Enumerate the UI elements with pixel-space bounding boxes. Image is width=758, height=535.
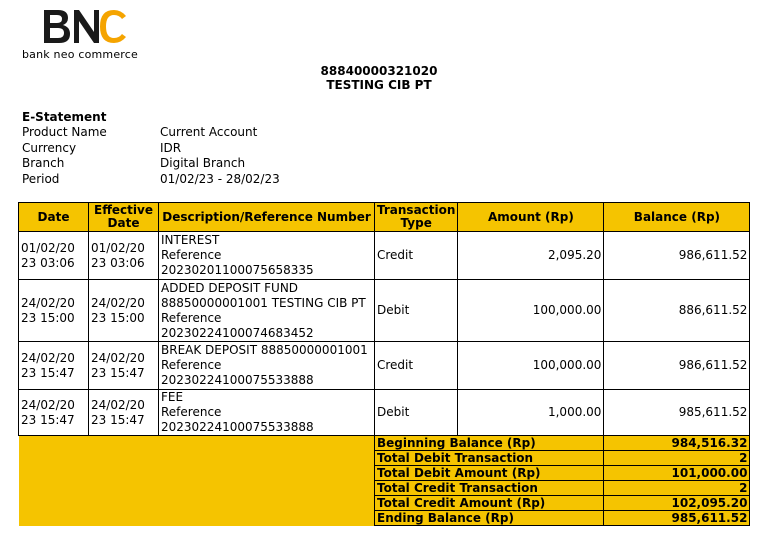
summary-row-total-debit-amount: Total Debit Amount (Rp) 101,000.00 xyxy=(18,465,751,481)
summary-spacer xyxy=(18,450,375,466)
summary-row-beginning-balance: Beginning Balance (Rp) 984,516.32 xyxy=(18,435,751,451)
cell-date: 24/02/20 23 15:00 xyxy=(18,279,89,342)
summary-label: Total Debit Amount (Rp) xyxy=(373,465,605,481)
cell-amount: 100,000.00 xyxy=(457,279,605,342)
summary-spacer xyxy=(18,480,375,496)
summary-label: Total Debit Transaction xyxy=(373,450,605,466)
summary-spacer xyxy=(18,435,375,451)
cell-description: FEE Reference 20230224100075533888 xyxy=(158,389,375,436)
summary-value: 984,516.32 xyxy=(603,435,751,451)
summary-row-ending-balance: Ending Balance (Rp) 985,611.52 xyxy=(18,510,751,526)
header-balance: Balance (Rp) xyxy=(603,202,751,232)
statement-info: E-Statement Product Name Current Account … xyxy=(22,110,280,187)
info-label: Currency xyxy=(22,140,77,155)
table-row: 24/02/20 23 15:47 24/02/20 23 15:47 FEE … xyxy=(18,389,751,436)
header-transaction-type: Transaction Type xyxy=(373,202,459,232)
bank-logo: bank neo commerce xyxy=(22,6,152,61)
cell-amount: 2,095.20 xyxy=(457,231,605,280)
cell-type: Credit xyxy=(373,231,459,280)
cell-date: 24/02/20 23 15:47 xyxy=(18,341,89,390)
logo-text: bank neo commerce xyxy=(22,48,138,61)
info-row-branch: Branch Digital Branch xyxy=(22,156,280,172)
cell-date: 24/02/20 23 15:47 xyxy=(18,389,89,436)
table-row: 01/02/20 23 03:06 01/02/20 23 03:06 INTE… xyxy=(18,231,751,280)
info-value: Digital Branch xyxy=(160,156,246,170)
info-row-currency: Currency IDR xyxy=(22,141,280,157)
info-row-product: Product Name Current Account xyxy=(22,125,280,141)
cell-amount: 1,000.00 xyxy=(457,389,605,436)
summary-label: Total Credit Transaction xyxy=(373,480,605,496)
cell-effective-date: 24/02/20 23 15:47 xyxy=(88,341,159,390)
header-description: Description/Reference Number xyxy=(158,202,375,232)
summary-label: Beginning Balance (Rp) xyxy=(373,435,605,451)
info-value: 01/02/23 - 28/02/23 xyxy=(160,171,280,186)
table-header-row: Date Effective Date Description/Referenc… xyxy=(18,202,751,232)
summary-value: 2 xyxy=(603,450,751,466)
summary-spacer xyxy=(18,465,375,481)
cell-type: Debit xyxy=(373,389,459,436)
info-label: Product Name xyxy=(22,125,107,139)
summary-value: 985,611.52 xyxy=(603,510,751,526)
summary-spacer xyxy=(18,495,375,511)
bnc-logo-mark-icon xyxy=(44,10,126,43)
summary-label: Total Credit Amount (Rp) xyxy=(373,495,605,511)
cell-effective-date: 01/02/20 23 03:06 xyxy=(88,231,159,280)
summary-value: 102,095.20 xyxy=(603,495,751,511)
cell-description: BREAK DEPOSIT 88850000001001 Reference 2… xyxy=(158,341,375,390)
summary-row-total-credit-amount: Total Credit Amount (Rp) 102,095.20 xyxy=(18,495,751,511)
cell-type: Debit xyxy=(373,279,459,342)
summary-value: 2 xyxy=(603,480,751,496)
cell-description: INTEREST Reference 20230201100075658335 xyxy=(158,231,375,280)
summary-row-total-debit-transaction: Total Debit Transaction 2 xyxy=(18,450,751,466)
info-label: Branch xyxy=(22,156,65,170)
cell-amount: 100,000.00 xyxy=(457,341,605,390)
account-name: TESTING CIB PT xyxy=(326,78,432,92)
info-value: IDR xyxy=(160,140,182,155)
table-row: 24/02/20 23 15:47 24/02/20 23 15:47 BREA… xyxy=(18,341,751,390)
header-date: Date xyxy=(18,202,89,232)
info-value: Current Account xyxy=(160,125,258,139)
table-row: 24/02/20 23 15:00 24/02/20 23 15:00 ADDE… xyxy=(18,279,751,342)
transactions-table: Date Effective Date Description/Referenc… xyxy=(18,202,751,526)
cell-effective-date: 24/02/20 23 15:00 xyxy=(88,279,159,342)
cell-type: Credit xyxy=(373,341,459,390)
statement-title: E-Statement xyxy=(22,110,107,124)
cell-balance: 886,611.52 xyxy=(603,279,751,342)
cell-balance: 985,611.52 xyxy=(603,389,751,436)
cell-balance: 986,611.52 xyxy=(603,341,751,390)
cell-balance: 986,611.52 xyxy=(603,231,751,280)
header-amount: Amount (Rp) xyxy=(457,202,605,232)
info-label: Period xyxy=(22,171,60,186)
summary-value: 101,000.00 xyxy=(603,465,751,481)
summary-row-total-credit-transaction: Total Credit Transaction 2 xyxy=(18,480,751,496)
cell-date: 01/02/20 23 03:06 xyxy=(18,231,89,280)
info-row-period: Period 01/02/23 - 28/02/23 xyxy=(22,172,280,188)
header-effective-date: Effective Date xyxy=(88,202,159,232)
summary-label: Ending Balance (Rp) xyxy=(373,510,605,526)
cell-effective-date: 24/02/20 23 15:47 xyxy=(88,389,159,436)
cell-description: ADDED DEPOSIT FUND 88850000001001 TESTIN… xyxy=(158,279,375,342)
account-number: 88840000321020 xyxy=(320,64,438,78)
summary-spacer xyxy=(18,510,375,526)
